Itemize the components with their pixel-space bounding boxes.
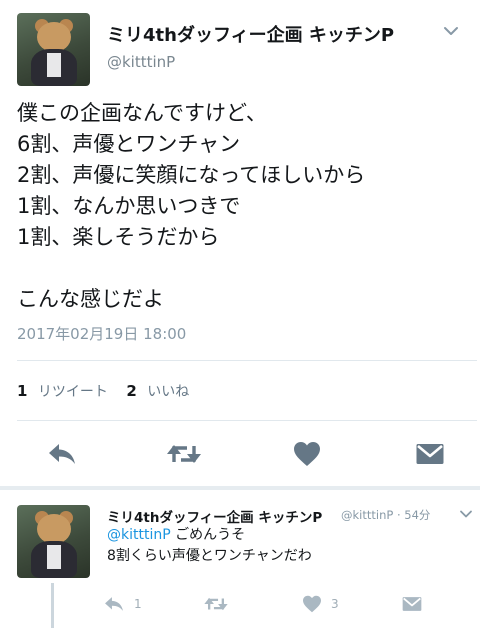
tweet-stats: 1 リツイート 2 いいね [17,381,203,401]
reply-text: @kitttinP ごめんうそ 8割くらい声優とワンチャンだわ [107,525,312,567]
reply-handle-time[interactable]: @kitttinP · 54分 [341,507,430,523]
tweet-line: 僕この企画なんですけど、 [17,101,267,125]
retweet-icon [167,445,201,463]
display-name[interactable]: ミリ4thダッフィー企画 キッチンP [107,21,394,47]
user-handle[interactable]: @kitttinP [107,53,175,71]
chevron-down-icon[interactable] [459,507,473,521]
reply-like-button[interactable]: 3 [302,592,352,616]
tweet-line: こんな感じだよ [17,287,164,311]
tweet-line: 6割、声優とワンチャン [17,132,241,156]
reply-message-button[interactable] [399,592,425,616]
reply-button[interactable] [42,437,82,471]
divider [17,420,477,421]
divider [17,360,477,361]
avatar-bear-head [37,22,71,52]
mention-link[interactable]: @kitttinP [107,527,171,543]
like-label[interactable]: いいね [147,384,189,400]
tweet-line: 1割、なんか思いつきで [17,194,241,218]
reply-avatar[interactable] [17,505,90,578]
reply-line: @kitttinP ごめんうそ [107,525,312,546]
retweet-label[interactable]: リツイート [38,384,108,400]
retweet-button[interactable] [163,437,205,471]
reply-display-name[interactable]: ミリ4thダッフィー企画 キッチンP [107,506,322,526]
like-button[interactable] [289,437,325,471]
reply-like-count: 3 [331,597,339,611]
reply-icon [49,444,75,464]
retweet-icon [204,597,228,611]
avatar[interactable] [17,13,90,86]
avatar-bear-shirt [47,545,61,569]
reply-retweet-button[interactable] [201,592,231,616]
section-divider [0,486,480,490]
reply-retweet-count: 1 [134,597,142,611]
reply-line-text: ごめんうそ [170,527,246,543]
reply-reply-button[interactable]: 1 [103,592,153,616]
direct-message-button[interactable] [411,437,449,471]
retweet-count[interactable]: 1 [17,382,27,400]
tweet-line: 2割、声優に笑顔になってほしいから [17,163,366,187]
thread-line [51,583,54,628]
direct-message-icon [402,597,422,611]
tweet-timestamp[interactable]: 2017年02月19日 18:00 [17,323,186,344]
tweet-line: 1割、楽しそうだから [17,225,220,249]
like-icon [303,595,321,613]
tweet-text: 僕この企画なんですけど、 6割、声優とワンチャン 2割、声優に笑顔になってほしい… [17,98,467,315]
like-icon [294,442,320,466]
avatar-bear-head [37,514,71,544]
tweet-header: ミリ4thダッフィー企画 キッチンP @kitttinP [0,0,480,92]
avatar-bear-shirt [47,53,61,77]
like-count[interactable]: 2 [126,382,136,400]
reply-icon [105,597,123,611]
reply-line: 8割くらい声優とワンチャンだわ [107,548,312,564]
direct-message-icon [416,444,444,464]
chevron-down-icon[interactable] [442,22,460,40]
